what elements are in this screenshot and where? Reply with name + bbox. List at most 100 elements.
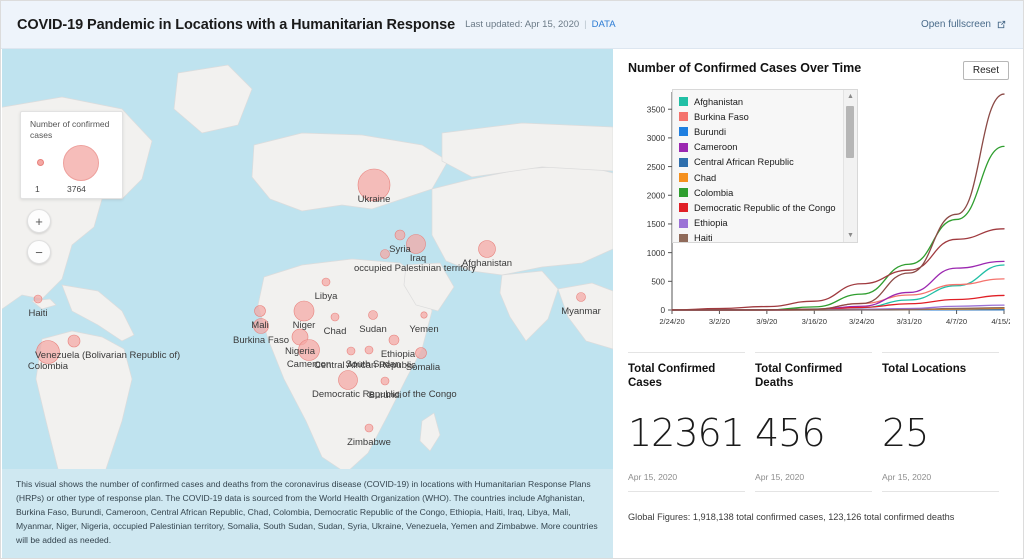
legend-max-value: 3764: [67, 184, 86, 195]
scrollbar-thumb[interactable]: [846, 106, 854, 158]
legend-color-swatch: [679, 203, 688, 213]
chart-series-line: [671, 264, 1005, 311]
map-label-ethiopia: Ethiopia: [380, 349, 416, 360]
chart-legend-item[interactable]: Burkina Faso: [679, 109, 847, 124]
legend-color-swatch: [679, 157, 688, 167]
map-label-south-sudan: South Sudan: [345, 359, 401, 370]
stat-card-confirmed-cases: Total Confirmed Cases 12361 Apr 15, 2020: [628, 352, 755, 492]
svg-text:2000: 2000: [647, 191, 666, 200]
map-label-haiti: Haiti: [28, 308, 48, 319]
map-label-yemen: Yemen: [409, 324, 439, 335]
svg-text:2500: 2500: [647, 163, 666, 172]
legend-color-swatch: [679, 127, 688, 137]
legend-color-swatch: [679, 188, 688, 198]
legend-item-label: Ethiopia: [694, 218, 728, 229]
map-legend-scale: 1 3764: [21, 140, 122, 194]
global-figures: Global Figures: 1,918,138 total confirme…: [628, 512, 955, 522]
chart-legend-item[interactable]: Burundi: [679, 124, 847, 139]
map-label-somalia: Somalia: [405, 362, 441, 373]
map-label-venezuela: Venezuela (Bolivarian Republic of): [35, 350, 181, 361]
external-link-icon: [996, 19, 1007, 30]
legend-color-swatch: [679, 112, 688, 122]
svg-text:3500: 3500: [647, 105, 666, 114]
stat-label: Total Locations: [882, 363, 967, 375]
chart-legend-item[interactable]: Ethiopia: [679, 216, 847, 231]
chart-legend-item[interactable]: Democratic Republic of the Congo: [679, 200, 847, 215]
stat-bottom-rule: [628, 491, 745, 492]
svg-text:4/15/20: 4/15/20: [991, 317, 1010, 326]
chart-series-line: [671, 278, 1005, 311]
map-label-nigeria: Nigeria: [284, 346, 316, 357]
svg-text:0: 0: [660, 306, 665, 315]
legend-item-label: Cameroon: [694, 142, 738, 153]
legend-color-swatch: [679, 142, 688, 152]
map-caption: This visual shows the number of confirme…: [2, 469, 613, 558]
stat-date: Apr 15, 2020: [628, 472, 678, 482]
svg-text:4/7/20: 4/7/20: [946, 317, 967, 326]
svg-text:2/24/20: 2/24/20: [659, 317, 684, 326]
stat-date: Apr 15, 2020: [755, 472, 805, 482]
stat-top-rule: [755, 352, 872, 353]
stats-row: Total Confirmed Cases 12361 Apr 15, 2020…: [628, 352, 1009, 492]
legend-color-swatch: [679, 173, 688, 183]
legend-item-label: Chad: [694, 172, 717, 183]
svg-text:3/16/20: 3/16/20: [802, 317, 827, 326]
stat-bottom-rule: [882, 491, 999, 492]
stat-value: 12361: [628, 411, 745, 455]
map-label-opt: occupied Palestinian territory: [354, 263, 476, 274]
dashboard-frame: COVID-19 Pandemic in Locations with a Hu…: [0, 0, 1024, 559]
stat-label: Total Confirmed Cases: [628, 363, 716, 390]
legend-item-label: Haiti: [694, 233, 713, 243]
chevron-up-icon[interactable]: ▲: [847, 93, 854, 100]
legend-item-label: Democratic Republic of the Congo: [694, 202, 836, 213]
svg-text:3000: 3000: [647, 134, 666, 143]
map-label-syria: Syria: [389, 244, 411, 255]
svg-text:1000: 1000: [647, 249, 666, 258]
zoom-out-button[interactable]: −: [27, 240, 51, 264]
stat-bottom-rule: [755, 491, 872, 492]
stat-value: 25: [882, 411, 929, 455]
legend-min-value: 1: [35, 184, 40, 195]
map-label-myanmar: Myanmar: [561, 306, 601, 317]
chart-legend-list: Afghanistan Burkina Faso Burundi Cameroon Ce…: [673, 90, 847, 243]
chart-legend-item[interactable]: Afghanistan: [679, 94, 847, 109]
chart-legend-item[interactable]: Cameroon: [679, 140, 847, 155]
chart-title: Number of Confirmed Cases Over Time: [628, 61, 862, 75]
chart-legend[interactable]: Afghanistan Burkina Faso Burundi Cameroon Ce…: [672, 89, 858, 243]
reset-button[interactable]: Reset: [962, 61, 1009, 80]
chevron-down-icon[interactable]: ▼: [847, 232, 854, 239]
data-link[interactable]: DATA: [592, 19, 616, 30]
chart-legend-item[interactable]: Colombia: [679, 185, 847, 200]
svg-text:3/24/20: 3/24/20: [849, 317, 874, 326]
stat-top-rule: [882, 352, 999, 353]
chart-legend-item[interactable]: Chad: [679, 170, 847, 185]
legend-item-label: Central African Republic: [694, 157, 794, 168]
stat-top-rule: [628, 352, 745, 353]
chart-legend-scrollbar[interactable]: ▲ ▼: [843, 90, 857, 242]
zoom-in-button[interactable]: +: [27, 209, 51, 233]
svg-text:500: 500: [651, 278, 665, 287]
legend-color-swatch: [679, 218, 688, 228]
chart-legend-item[interactable]: Central African Republic: [679, 155, 847, 170]
legend-item-label: Colombia: [694, 187, 734, 198]
stat-card-total-locations: Total Locations 25 Apr 15, 2020: [882, 352, 1009, 492]
map-legend: Number of confirmed cases 1 3764: [20, 111, 123, 199]
legend-bubble-large: [63, 145, 99, 182]
stat-date: Apr 15, 2020: [882, 472, 932, 482]
svg-text:1500: 1500: [647, 220, 666, 229]
last-updated-text: Last updated: Apr 15, 2020: [465, 19, 580, 30]
map-pane[interactable]: Haiti Colombia Venezuela (Bolivarian Rep…: [2, 49, 613, 558]
map-label-libya: Libya: [314, 291, 338, 302]
map-label-zimbabwe: Zimbabwe: [347, 437, 391, 448]
map-label-ukraine: Ukraine: [357, 194, 391, 205]
open-fullscreen-label: Open fullscreen: [920, 19, 991, 30]
legend-color-swatch: [679, 97, 688, 107]
map-label-mali: Mali: [251, 320, 269, 331]
header-bar: COVID-19 Pandemic in Locations with a Hu…: [1, 1, 1023, 49]
chart-legend-item[interactable]: Haiti: [679, 231, 847, 243]
line-chart[interactable]: 0 500 1000 1500 2000 2500 3000 3500 2/24/20 3/2/2…: [628, 86, 1010, 336]
chart-header: Number of Confirmed Cases Over Time Rese…: [628, 61, 1009, 80]
open-fullscreen-button[interactable]: Open fullscreen: [921, 19, 1007, 30]
legend-item-label: Burundi: [694, 126, 727, 137]
legend-color-swatch: [679, 233, 688, 242]
